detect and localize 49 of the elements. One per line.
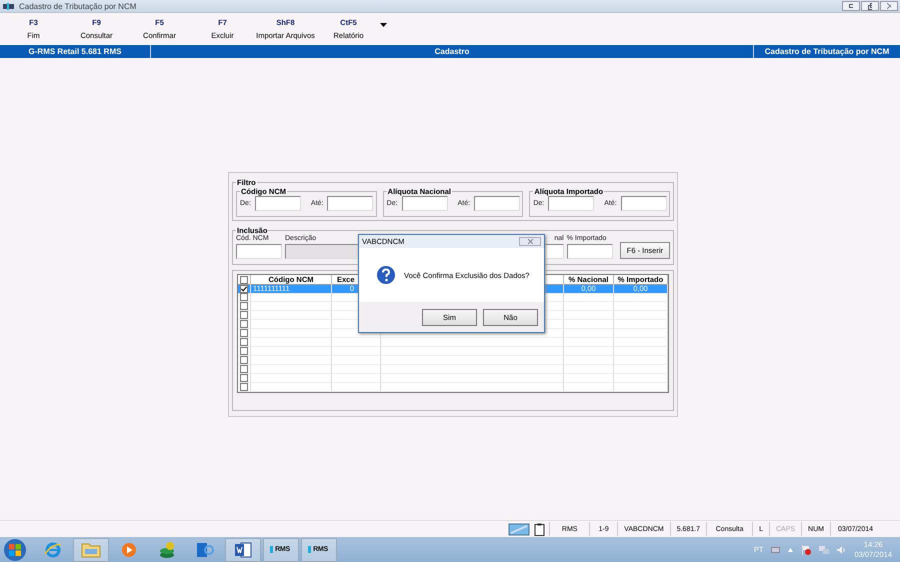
database-icon [158, 540, 176, 558]
row-checkbox[interactable] [240, 329, 248, 337]
row-checkbox[interactable] [240, 338, 248, 346]
window-title: Cadastro de Tributação por NCM [19, 2, 138, 10]
caret-icon[interactable] [788, 548, 794, 552]
question-icon [376, 265, 396, 285]
row-checkbox[interactable] [240, 356, 248, 364]
system-name: G-RMS Retail 5.681 RMS [0, 45, 151, 58]
input-field[interactable] [548, 196, 594, 211]
close-icon [528, 239, 532, 244]
row-checkbox[interactable] [240, 320, 248, 328]
close-button[interactable] [880, 1, 898, 11]
input-field[interactable] [254, 196, 301, 211]
restore-button[interactable] [861, 1, 879, 11]
close-button[interactable] [519, 237, 541, 246]
row-checkbox[interactable] [240, 293, 248, 301]
document-icon [234, 540, 252, 558]
folder-icon [81, 542, 101, 558]
input-field[interactable] [402, 196, 448, 211]
keyboard-icon [771, 546, 780, 552]
minimize-icon [849, 4, 853, 8]
row-checkbox[interactable] [240, 383, 248, 391]
globe-icon [44, 540, 62, 558]
input-field[interactable] [236, 244, 282, 259]
minimize-button[interactable] [842, 1, 860, 11]
input-field[interactable] [474, 196, 520, 211]
select-all-checkbox[interactable] [240, 276, 248, 284]
input-field[interactable] [327, 196, 374, 211]
input-field[interactable] [620, 196, 667, 211]
monitor-icon [508, 522, 530, 536]
play-icon [121, 542, 137, 558]
start-button[interactable] [3, 538, 27, 562]
input-field[interactable] [566, 244, 613, 259]
row-checkbox[interactable] [240, 347, 248, 355]
dropdown-arrow-icon[interactable] [380, 22, 387, 26]
module-name: Cadastro [151, 45, 754, 58]
row-checkbox[interactable] [240, 374, 248, 382]
speaker-icon[interactable] [837, 546, 846, 554]
row-checkbox[interactable] [240, 302, 248, 310]
close-icon [887, 3, 891, 9]
screen-name: Cadastro de Tributação por NCM [764, 46, 890, 58]
row-checkbox[interactable] [240, 311, 248, 319]
check-icon [241, 286, 247, 292]
flag-icon[interactable] [801, 544, 812, 554]
restore-icon [868, 2, 872, 10]
clipboard-icon [534, 522, 546, 536]
row-checkbox[interactable] [240, 365, 248, 373]
taskbar-app[interactable] [225, 538, 261, 562]
app-icon [3, 2, 14, 10]
